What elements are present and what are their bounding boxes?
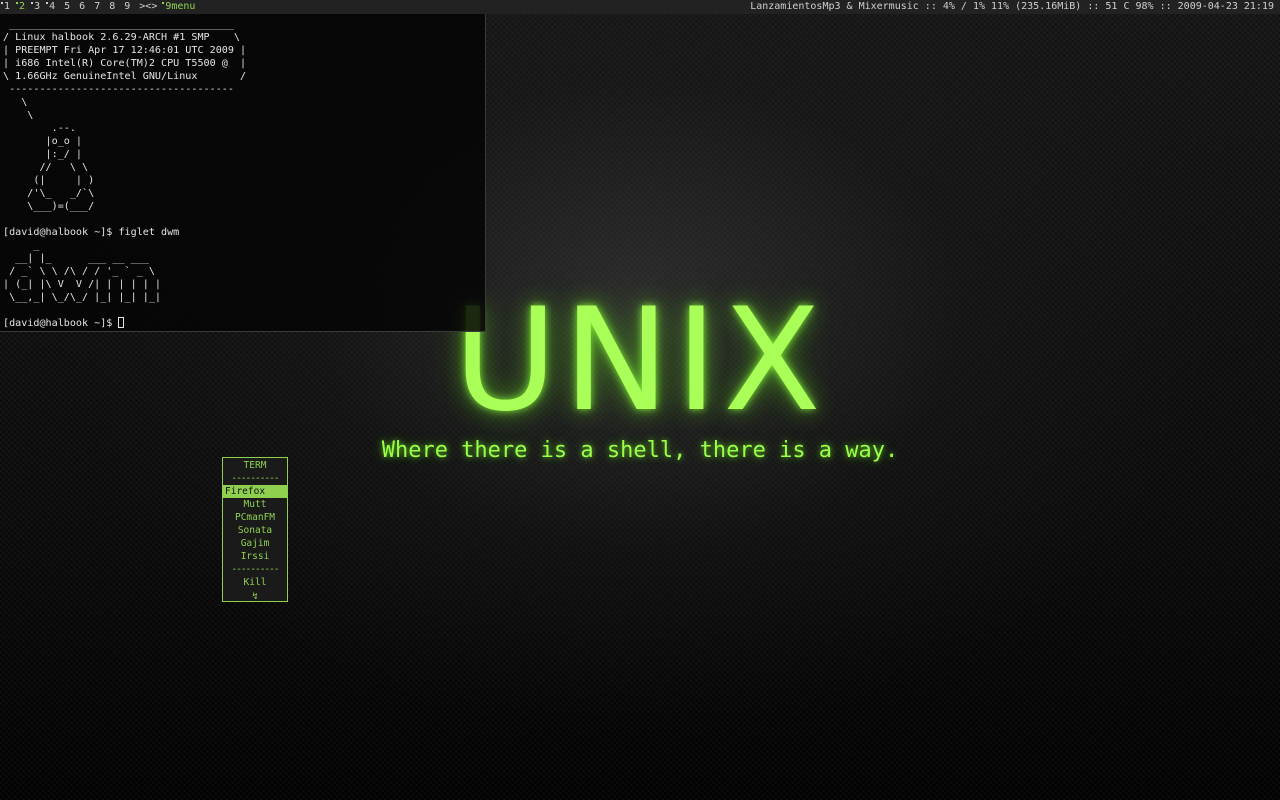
terminal-line: |o_o |: [3, 136, 83, 147]
tag-4[interactable]: 4: [45, 0, 60, 14]
menu-item-sonata[interactable]: Sonata: [223, 524, 287, 537]
terminal-window[interactable]: _____________________________________ / …: [0, 14, 486, 332]
terminal-line: // \ \: [3, 162, 89, 173]
system-status-text: LanzamientosMp3 & Mixermusic :: 4% / 1% …: [750, 1, 1274, 12]
terminal-line: _____________________________________: [3, 19, 241, 30]
terminal-line: \: [3, 97, 28, 108]
menu-item-pcmanfm[interactable]: PCmanFM: [223, 511, 287, 524]
menu-item-firefox[interactable]: Firefox: [223, 485, 287, 498]
menu-title: TERM: [243, 460, 267, 471]
terminal-line: .--.: [3, 123, 76, 134]
terminal-line: /'\_ _/`\: [3, 188, 95, 199]
terminal-line: | i686 Intel(R) Core(TM)2 CPU T5500 @ |: [3, 58, 247, 69]
unix-logo: UNIX: [453, 278, 827, 443]
tag-list: 1 2 3 4 5 6 7 8 9 ><> 9menu: [0, 0, 199, 14]
terminal-output: _____________________________________ / …: [0, 14, 485, 330]
tag-2[interactable]: 2: [15, 0, 30, 14]
terminal-line: (| | ): [3, 175, 95, 186]
terminal-line: [david@halbook ~]$ figlet dwm: [3, 227, 180, 238]
tag-3[interactable]: 3: [30, 0, 45, 14]
menu-item-gajim[interactable]: Gajim: [223, 537, 287, 550]
menu-item-kill[interactable]: Kill: [223, 576, 287, 589]
tag-6[interactable]: 6: [75, 0, 90, 14]
terminal-line: \: [3, 110, 34, 121]
terminal-line: _: [3, 240, 40, 251]
menu-separator: ----------: [231, 564, 279, 575]
9menu-popup: TERM ---------- Firefox Mutt PCmanFM Son…: [222, 457, 288, 602]
tag-7[interactable]: 7: [90, 0, 105, 14]
terminal-prompt: [david@halbook ~]$: [3, 318, 119, 329]
terminal-line: \ 1.66GHz GenuineIntel GNU/Linux /: [3, 71, 247, 82]
tag-8[interactable]: 8: [105, 0, 120, 14]
terminal-line: -------------------------------------: [3, 84, 234, 95]
window-title-9menu[interactable]: 9menu: [161, 0, 199, 14]
terminal-cursor[interactable]: [118, 317, 125, 328]
terminal-line: / _` \ \ /\ / / '_ ` _ \: [3, 266, 155, 277]
tag-1[interactable]: 1: [0, 0, 15, 14]
menu-item-mutt[interactable]: Mutt: [223, 498, 287, 511]
menu-item-irssi[interactable]: Irssi: [223, 550, 287, 563]
tag-5[interactable]: 5: [60, 0, 75, 14]
terminal-line: \__,_| \_/\_/ |_| |_| |_|: [3, 292, 162, 303]
tag-9[interactable]: 9: [120, 0, 135, 14]
terminal-line: | PREEMPT Fri Apr 17 12:46:01 UTC 2009 |: [3, 45, 247, 56]
dwm-status-bar: 1 2 3 4 5 6 7 8 9 ><> 9menu LanzamientosMp3 & Mixe…: [0, 0, 1280, 14]
terminal-line: | (_| |\ V V /| | | | | |: [3, 279, 162, 290]
lightning-icon: ↯: [252, 591, 258, 602]
terminal-line: |:_/ |: [3, 149, 83, 160]
menu-separator: ----------: [231, 473, 279, 484]
layout-symbol[interactable]: ><>: [135, 0, 161, 14]
terminal-line: / Linux halbook 2.6.29-ARCH #1 SMP \: [3, 32, 241, 43]
terminal-line: \___)=(___/: [3, 201, 95, 212]
wallpaper-slogan: Where there is a shell, there is a way.: [381, 438, 899, 463]
terminal-line: __| |_ ___ __ ___: [3, 253, 149, 264]
